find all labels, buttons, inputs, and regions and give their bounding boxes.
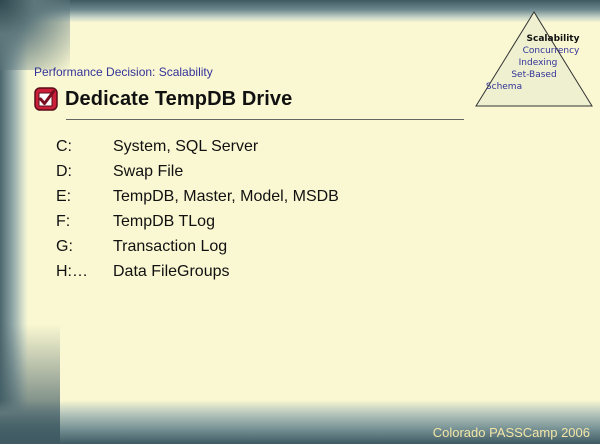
footer-text: Colorado PASSCamp 2006: [432, 425, 590, 440]
slide-subtitle: Performance Decision: Scalability: [34, 65, 213, 79]
pyramid-level-schema: Schema: [485, 82, 523, 92]
drive-letter: H:…: [56, 262, 88, 280]
drive-description: Transaction Log: [113, 237, 228, 255]
slide: Scalability Concurrency Indexing Set-Bas…: [0, 0, 600, 444]
pyramid-level-scalability: Scalability: [526, 34, 580, 44]
checkbox-icon: [34, 87, 58, 111]
bottom-left-shading: [0, 324, 60, 444]
list-item: C: System, SQL Server: [56, 134, 339, 159]
drive-description: System, SQL Server: [113, 137, 259, 155]
drive-list: C: System, SQL Server D: Swap File E: Te…: [56, 134, 339, 284]
drive-description: TempDB TLog: [113, 212, 215, 230]
title-underline: [66, 119, 464, 120]
pyramid-level-set-based: Set-Based: [511, 70, 557, 80]
pyramid-level-concurrency: Concurrency: [522, 46, 580, 56]
drive-letter: D:: [56, 162, 72, 180]
drive-description: TempDB, Master, Model, MSDB: [113, 187, 339, 205]
slide-title: Dedicate TempDB Drive: [65, 87, 293, 110]
drive-description: Data FileGroups: [113, 262, 230, 280]
title-row: Dedicate TempDB Drive: [34, 87, 292, 111]
drive-letter: C:: [56, 137, 72, 155]
drive-letter: E:: [56, 187, 72, 205]
list-item: G: Transaction Log: [56, 234, 339, 259]
drive-description: Swap File: [113, 162, 184, 180]
list-item: H:… Data FileGroups: [56, 259, 339, 284]
corner-shading: [0, 0, 70, 70]
drive-letter: G:: [56, 237, 73, 255]
list-item: E: TempDB, Master, Model, MSDB: [56, 184, 339, 209]
list-item: D: Swap File: [56, 159, 339, 184]
list-item: F: TempDB TLog: [56, 209, 339, 234]
drive-letter: F:: [56, 212, 71, 230]
pyramid-level-indexing: Indexing: [518, 58, 558, 68]
